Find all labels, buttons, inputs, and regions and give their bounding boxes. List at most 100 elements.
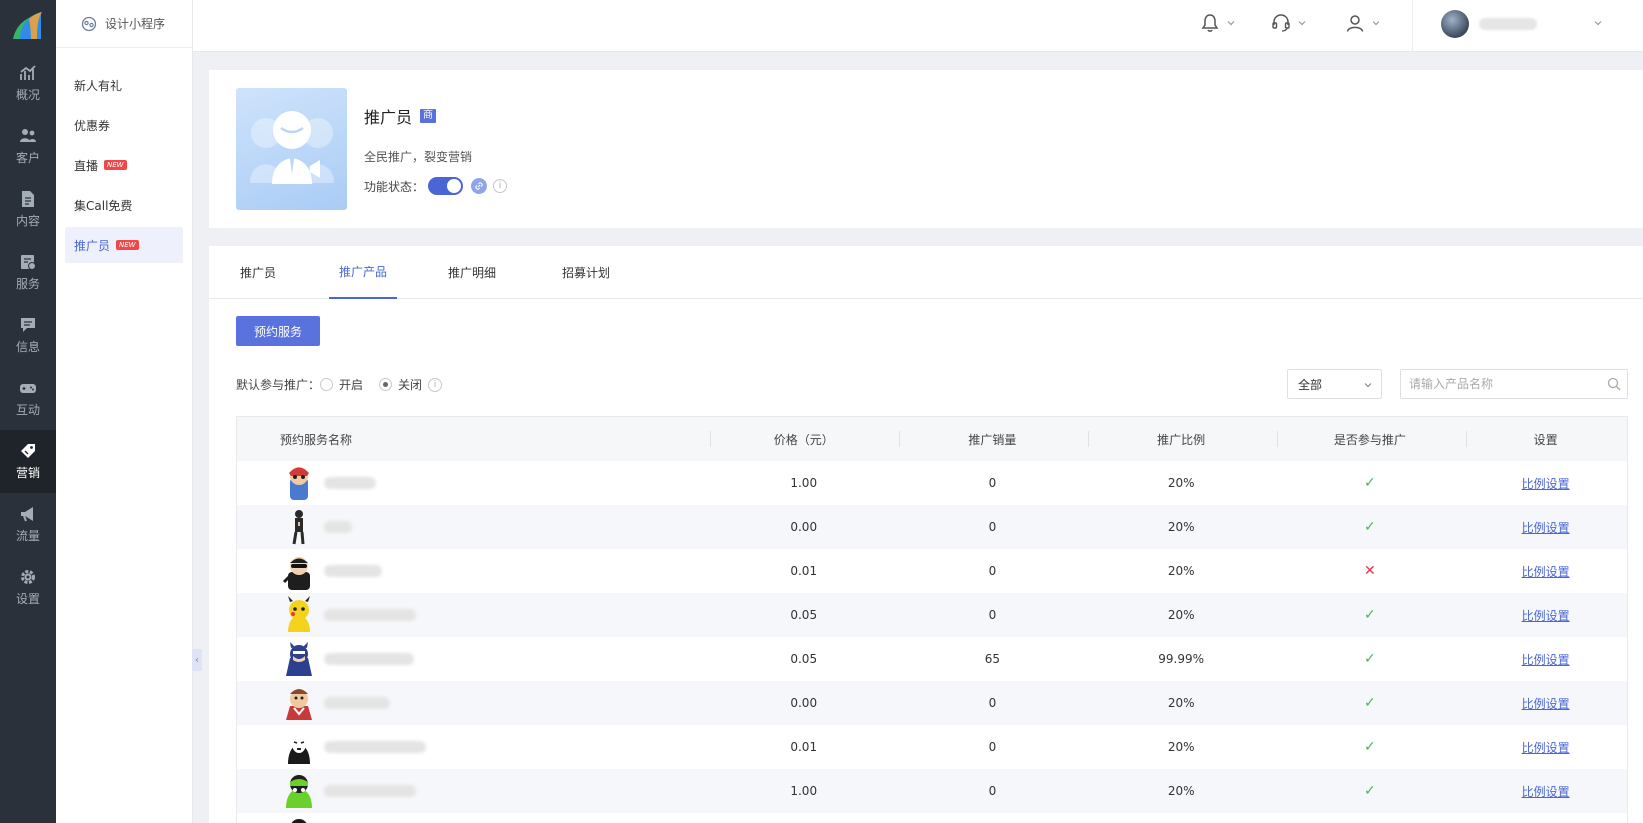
- info-icon[interactable]: i: [493, 179, 508, 193]
- sidebar-item-live[interactable]: 直播 NEW: [65, 147, 183, 183]
- col-header-ratio: 推广比例: [1157, 432, 1206, 447]
- product-name-blurred: [324, 697, 390, 709]
- product-search: [1400, 369, 1628, 399]
- tab-bar: 推广员 推广产品 推广明细 招募计划: [209, 246, 1643, 299]
- ratio-settings-link[interactable]: 比例设置: [1522, 785, 1570, 799]
- product-thumbnail: [280, 640, 318, 678]
- rail-item-messages[interactable]: 信息: [0, 304, 56, 367]
- logo-icon: [13, 12, 42, 39]
- sidebar-item-label: 优惠券: [74, 118, 111, 133]
- ratio-cell: 20%: [1167, 740, 1195, 754]
- tab-promoters[interactable]: 推广员: [229, 246, 287, 299]
- settings-cell: 比例设置: [1464, 783, 1627, 800]
- sidebar-item-jicall-free[interactable]: 集Call免费: [65, 187, 183, 223]
- rail-item-settings[interactable]: 设置: [0, 556, 56, 619]
- feature-description: 全民推广，裂变营销: [364, 150, 473, 164]
- ratio-settings-link[interactable]: 比例设置: [1522, 521, 1570, 535]
- sidebar-item-promoter[interactable]: 推广员 NEW: [65, 227, 183, 263]
- info-icon[interactable]: i: [428, 377, 443, 392]
- tab-promotion-details[interactable]: 推广明细: [437, 246, 507, 299]
- participation-filter-select[interactable]: 全部: [1287, 369, 1382, 399]
- column-divider: [1466, 431, 1467, 447]
- check-icon: ✓: [1364, 651, 1376, 667]
- product-name-blurred: [324, 477, 376, 489]
- rail-item-traffic[interactable]: 流量: [0, 493, 56, 556]
- product-name-blurred: [324, 741, 426, 753]
- tag-icon: [21, 444, 35, 458]
- product-thumbnail: [280, 464, 318, 502]
- tab-promoted-products[interactable]: 推广产品: [329, 246, 397, 299]
- user-menu[interactable]: [1441, 10, 1537, 38]
- new-badge: NEW: [104, 160, 127, 170]
- ratio-settings-link[interactable]: 比例设置: [1522, 697, 1570, 711]
- check-icon: ✓: [1364, 783, 1376, 799]
- ratio-settings-link[interactable]: 比例设置: [1522, 741, 1570, 755]
- table-row: 0.00 0 20% ✓ 比例设置: [237, 681, 1627, 725]
- ratio-settings-link[interactable]: 比例设置: [1522, 653, 1570, 667]
- service-icon: [21, 255, 36, 270]
- price-cell: 0.05: [790, 652, 818, 666]
- product-cell: [237, 816, 710, 823]
- table-row: 0.05 65 99.99% ✓ 比例设置: [237, 637, 1627, 681]
- radio-off-option[interactable]: 关闭: [379, 376, 422, 393]
- rail-item-services[interactable]: 服务: [0, 241, 56, 304]
- user-icon: [1346, 15, 1364, 32]
- product-thumbnail: [280, 816, 318, 823]
- table-row: 0.01 0 20% ✕ 比例设置: [237, 549, 1627, 593]
- appointment-service-button[interactable]: 预约服务: [236, 316, 320, 346]
- notifications-button[interactable]: [1200, 13, 1236, 33]
- feature-status-row: 功能状态： i: [364, 177, 508, 195]
- product-cell: [237, 684, 709, 722]
- default-participation-row: 默认参与推广： 开启 关闭 i: [236, 376, 443, 393]
- rail-label-customers: 客户: [15, 151, 40, 165]
- feature-status-toggle[interactable]: [428, 177, 464, 195]
- brand-logo[interactable]: [0, 0, 56, 52]
- check-icon: ✓: [1364, 695, 1376, 711]
- support-button[interactable]: [1271, 13, 1307, 33]
- products-table: 预约服务名称 价格（元） 推广销量 推广比例 是否参与推广 设置 1.00 0 …: [236, 416, 1628, 823]
- ratio-settings-link[interactable]: 比例设置: [1522, 609, 1570, 623]
- gamepad-icon: [20, 384, 36, 393]
- check-icon: ✓: [1364, 739, 1376, 755]
- sales-cell: 0: [988, 476, 997, 490]
- sidebar-item-new-user-gift[interactable]: 新人有礼: [65, 67, 183, 103]
- tab-recruitment-plan[interactable]: 招募计划: [551, 246, 621, 299]
- rail-item-customers[interactable]: 客户: [0, 115, 56, 178]
- ratio-settings-link[interactable]: 比例设置: [1522, 477, 1570, 491]
- participating-cell: ✓: [1276, 739, 1465, 755]
- sales-cell: 65: [984, 652, 1001, 666]
- rail-item-overview[interactable]: 概况: [0, 52, 56, 115]
- participating-cell: ✓: [1276, 475, 1465, 491]
- rail-item-marketing[interactable]: 营销: [0, 430, 56, 493]
- product-name-blurred: [324, 565, 382, 577]
- participating-cell: ✓: [1276, 695, 1465, 711]
- rail-label-content: 内容: [15, 214, 40, 228]
- account-button[interactable]: [1345, 13, 1381, 33]
- rail-item-interaction[interactable]: 互动: [0, 367, 56, 430]
- col-header-sales: 推广销量: [968, 432, 1017, 447]
- participating-cell: ✕: [1276, 563, 1465, 579]
- chevron-down-icon: [1227, 21, 1235, 26]
- sidebar-item-coupons[interactable]: 优惠券: [65, 107, 183, 143]
- miniprogram-icon: [81, 16, 97, 31]
- radio-off[interactable]: [379, 378, 393, 391]
- product-name-blurred: [324, 609, 416, 621]
- link-icon[interactable]: [471, 178, 488, 194]
- gear-icon: [21, 570, 35, 584]
- chevron-down-icon[interactable]: [1593, 18, 1603, 28]
- search-icon[interactable]: [1607, 377, 1621, 391]
- settings-cell: 比例设置: [1464, 519, 1627, 536]
- ratio-settings-link[interactable]: 比例设置: [1522, 565, 1570, 579]
- product-search-input[interactable]: [1401, 370, 1591, 398]
- sidebar-collapse-toggle[interactable]: ‹: [192, 649, 202, 671]
- app-selector[interactable]: 设计小程序: [56, 0, 192, 48]
- settings-cell: 比例设置: [1464, 607, 1627, 624]
- product-cell: [237, 640, 709, 678]
- product-name-blurred: [324, 785, 416, 797]
- settings-cell: 比例设置: [1464, 475, 1627, 492]
- rail-item-content[interactable]: 内容: [0, 178, 56, 241]
- page-title: 推广员 商: [364, 104, 437, 128]
- radio-on-option[interactable]: 开启: [320, 376, 363, 393]
- radio-on[interactable]: [320, 378, 334, 391]
- headset-icon: [1272, 14, 1290, 32]
